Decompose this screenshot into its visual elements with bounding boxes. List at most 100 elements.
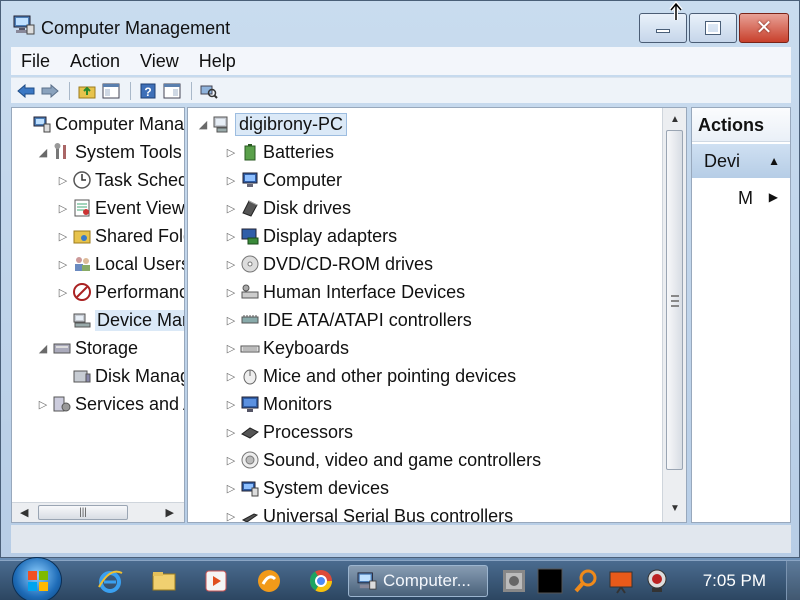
expand-arrow-icon[interactable]: ▷ (56, 258, 70, 271)
device-category-item[interactable]: ▷ Display adapters (224, 222, 397, 250)
device-category-item[interactable]: ▷ Batteries (224, 138, 334, 166)
menu-action[interactable]: Action (70, 51, 120, 72)
folder-up-icon (78, 86, 96, 98)
expand-arrow-icon[interactable]: ▷ (224, 482, 238, 495)
back-arrow-icon (17, 83, 35, 98)
expand-arrow-icon[interactable]: ▷ (224, 202, 238, 215)
expand-arrow-icon[interactable]: ▷ (36, 398, 50, 411)
scroll-thumb[interactable] (666, 130, 683, 470)
console-tree-item[interactable]: Device Manag (56, 306, 184, 334)
device-category-item[interactable]: ▷ Human Interface Devices (224, 278, 465, 306)
console-tree-item[interactable]: ▷ Performance (56, 278, 184, 306)
device-category-item[interactable]: ▷ Processors (224, 418, 353, 446)
device-category-item[interactable]: ▷ Computer (224, 166, 342, 194)
scroll-left-icon[interactable]: ◀ (20, 506, 28, 519)
expand-arrow-icon[interactable]: ▷ (224, 314, 238, 327)
device-category-item[interactable]: ▷ Keyboards (224, 334, 349, 362)
close-button[interactable]: ✕ (739, 13, 789, 43)
usb-icon (241, 513, 259, 522)
device-category-item[interactable]: ▷ Universal Serial Bus controllers (224, 502, 514, 523)
actions-more-actions[interactable]: M ▶ (692, 186, 790, 212)
expand-arrow-icon[interactable]: ▷ (56, 174, 70, 187)
internet-explorer-icon[interactable] (96, 567, 124, 595)
console-tree-item[interactable]: ▷ Task Schedule (56, 166, 184, 194)
expand-arrow-icon[interactable]: ▷ (56, 286, 70, 299)
forward-button[interactable] (39, 81, 61, 101)
console-tree-item[interactable]: ◢ Storage (36, 334, 138, 362)
help-button[interactable]: ? (137, 81, 159, 101)
show-desktop-button[interactable] (786, 561, 800, 600)
actions-section-device-manager[interactable]: Devi ▲ (692, 144, 790, 178)
console-tree-pane[interactable]: Computer Manage ◢ System Tools ▷ Task Schedu… (11, 107, 185, 523)
collapse-arrow-icon[interactable]: ◢ (36, 342, 50, 355)
device-category-label: Disk drives (263, 197, 352, 218)
console-tree-item[interactable]: ▷ Event Viewer (56, 194, 184, 222)
device-category-item[interactable]: ▷ System devices (224, 474, 389, 502)
taskbar-computer-management-button[interactable]: Computer... (348, 565, 488, 597)
magnifier-icon[interactable] (572, 567, 600, 595)
expand-arrow-icon[interactable]: ▷ (224, 174, 238, 187)
show-hide-tree-button[interactable] (100, 81, 122, 101)
device-category-item[interactable]: ▷ Sound, video and game controllers (224, 446, 541, 474)
device-category-item[interactable]: ▷ Mice and other pointing devices (224, 362, 516, 390)
media-player-icon[interactable] (202, 567, 230, 595)
expand-arrow-icon[interactable]: ▷ (224, 510, 238, 523)
expand-arrow-icon[interactable]: ▷ (224, 230, 238, 243)
scroll-thumb[interactable]: ||| (38, 505, 128, 520)
windows-explorer-icon[interactable] (150, 567, 178, 595)
expand-arrow-icon[interactable]: ▷ (224, 342, 238, 355)
vertical-scrollbar[interactable]: ▲ ▼ (662, 108, 686, 522)
device-tree-pane[interactable]: ◢ digibrony-PC ▷ Batteries ▷ Computer ▷ Disk … (187, 107, 687, 523)
expand-arrow-icon[interactable]: ▷ (224, 426, 238, 439)
scroll-up-icon[interactable]: ▲ (670, 114, 680, 125)
photo-viewer-icon[interactable] (500, 567, 528, 595)
ide-controller-icon (241, 315, 259, 324)
system-clock[interactable]: 7:05 PM (703, 571, 766, 591)
collapse-arrow-icon[interactable]: ◢ (196, 118, 210, 131)
expand-arrow-icon[interactable]: ▷ (224, 370, 238, 383)
console-tree-item[interactable]: ▷ Shared Folder (56, 222, 184, 250)
monitor-icon (241, 396, 259, 412)
device-tree-root[interactable]: ◢ digibrony-PC (196, 110, 348, 138)
console-tree-item[interactable]: ▷ Local Users ar (56, 250, 184, 278)
device-category-item[interactable]: ▷ DVD/CD-ROM drives (224, 250, 433, 278)
scan-hardware-button[interactable] (198, 81, 220, 101)
collapse-arrow-icon[interactable]: ◢ (36, 146, 50, 159)
computer-icon (242, 172, 258, 187)
webcam-icon[interactable] (643, 567, 671, 595)
horizontal-scrollbar[interactable]: ◀ ||| ▶ (12, 502, 184, 522)
device-category-label: Sound, video and game controllers (263, 449, 542, 470)
console-tree-item[interactable]: Computer Manage (16, 110, 184, 138)
expand-arrow-icon[interactable]: ▷ (224, 286, 238, 299)
show-hide-action-pane-button[interactable] (161, 81, 183, 101)
chrome-icon[interactable] (307, 567, 335, 595)
back-button[interactable] (15, 81, 37, 101)
device-category-item[interactable]: ▷ Monitors (224, 390, 332, 418)
up-one-level-button[interactable] (76, 81, 98, 101)
expand-arrow-icon[interactable]: ▷ (56, 202, 70, 215)
menu-help[interactable]: Help (199, 51, 236, 72)
console-tree-item[interactable]: ◢ System Tools (36, 138, 182, 166)
start-button[interactable] (12, 557, 62, 600)
device-category-label: Universal Serial Bus controllers (263, 505, 514, 523)
expand-arrow-icon[interactable]: ▷ (224, 146, 238, 159)
console-tree-item[interactable]: Disk Manager (56, 362, 184, 390)
expand-arrow-icon[interactable]: ▷ (224, 454, 238, 467)
expand-arrow-icon[interactable]: ▷ (224, 398, 238, 411)
console-tree-item[interactable]: ▷ Services and Ap (36, 390, 184, 418)
collapse-up-icon[interactable]: ▲ (768, 154, 780, 168)
menu-view[interactable]: View (140, 51, 179, 72)
presentation-icon[interactable] (607, 567, 635, 595)
device-category-item[interactable]: ▷ IDE ATA/ATAPI controllers (224, 306, 472, 334)
uc-browser-icon[interactable] (255, 567, 283, 595)
device-category-item[interactable]: ▷ Disk drives (224, 194, 351, 222)
expand-arrow-icon[interactable]: ▷ (56, 230, 70, 243)
title-bar[interactable]: Computer Management ✕ (1, 1, 799, 45)
device-category-label: Human Interface Devices (263, 281, 466, 302)
scroll-right-icon[interactable]: ▶ (166, 506, 174, 519)
menu-file[interactable]: File (21, 51, 50, 72)
expand-arrow-icon[interactable]: ▷ (224, 258, 238, 271)
scroll-down-icon[interactable]: ▼ (670, 503, 680, 514)
command-prompt-icon[interactable] (536, 567, 564, 595)
maximize-button[interactable] (689, 13, 737, 43)
